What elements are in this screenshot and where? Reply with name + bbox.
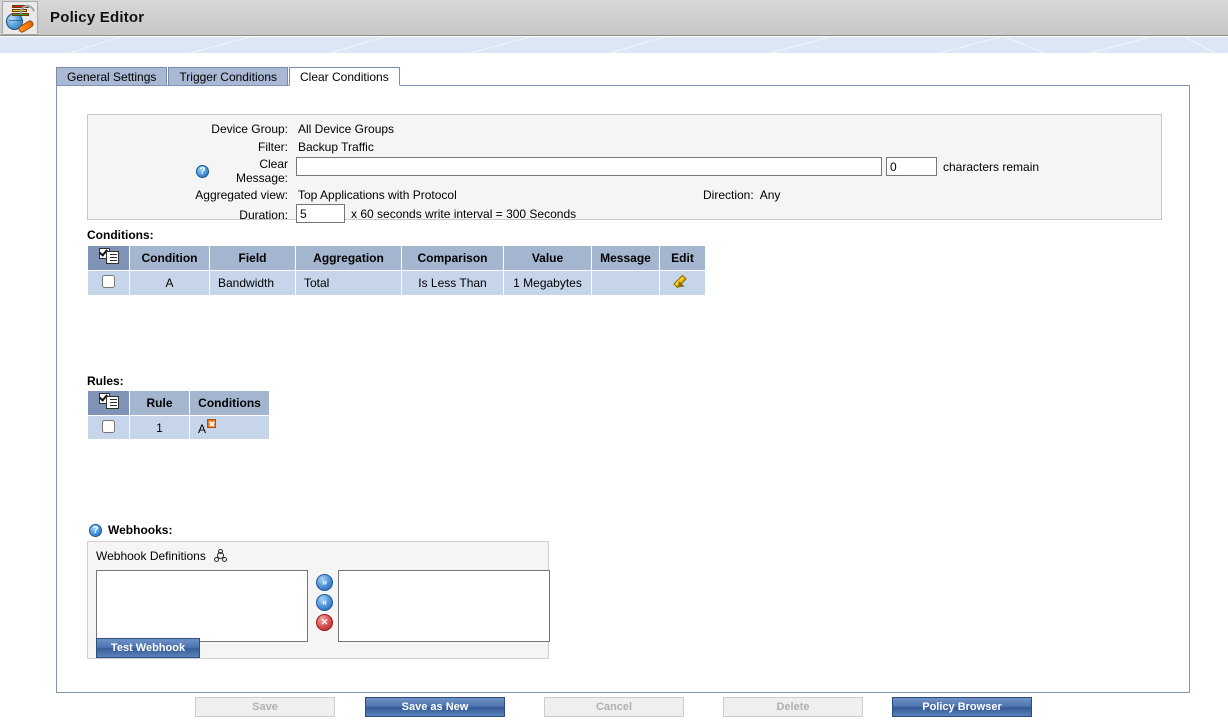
table-row: A Bandwidth Total Is Less Than 1 Megabyt…	[87, 270, 706, 296]
webhooks-box: Webhook Definitions » « ✕ Test Webhook	[87, 541, 550, 659]
select-all-checklist-icon[interactable]	[98, 392, 119, 410]
conditions-col-value: Value	[503, 245, 592, 271]
tab-bar: General Settings Trigger Conditions Clea…	[56, 67, 401, 86]
decorative-band	[0, 37, 1228, 53]
rules-col-conditions: Conditions	[189, 390, 270, 416]
test-webhook-button[interactable]: Test Webhook	[96, 638, 200, 658]
tab-clear-conditions[interactable]: Clear Conditions	[289, 67, 400, 86]
aggregated-view-label: Aggregated view:	[195, 188, 288, 202]
duration-label: Duration:	[239, 208, 288, 222]
rules-row-checkbox-cell[interactable]	[87, 415, 130, 440]
rules-col-rule: Rule	[129, 390, 190, 416]
cancel-button[interactable]: Cancel	[544, 697, 684, 717]
conditions-col-condition: Condition	[129, 245, 210, 271]
aggregated-view-label-row: Aggregated view:	[88, 188, 288, 202]
conditions-section-label: Conditions:	[87, 228, 154, 242]
rules-table: Rule Conditions 1 A	[87, 390, 270, 440]
tab-trigger-conditions[interactable]: Trigger Conditions	[168, 67, 288, 86]
conditions-row-checkbox-cell[interactable]	[87, 270, 130, 296]
clear-message-input[interactable]	[296, 157, 882, 176]
help-icon-clear-message[interactable]: ?	[196, 164, 209, 178]
table-row: 1 A	[87, 415, 270, 440]
help-icon-webhooks[interactable]: ?	[89, 523, 102, 537]
chars-remain-row: characters remain	[943, 160, 1039, 174]
webhook-definitions-label: Webhook Definitions	[96, 549, 206, 563]
conditions-col-message: Message	[591, 245, 660, 271]
window-title-bar: Policy Editor	[0, 0, 1228, 36]
conditions-cell-edit[interactable]	[659, 270, 706, 296]
conditions-col-comparison: Comparison	[401, 245, 504, 271]
rules-cell-conditions: A	[189, 415, 270, 440]
conditions-col-aggregation: Aggregation	[295, 245, 402, 271]
rules-condition-ref: A	[198, 422, 207, 436]
clear-message-label-row: ? Clear Message:	[196, 157, 288, 185]
remove-x-badge-icon[interactable]	[207, 419, 217, 428]
remove-webhook-button[interactable]: «	[316, 594, 333, 611]
policy-browser-button[interactable]: Policy Browser	[892, 697, 1032, 717]
webhook-selected-list[interactable]	[338, 570, 550, 642]
device-group-label: Device Group:	[211, 122, 288, 136]
save-as-new-button[interactable]: Save as New	[365, 697, 505, 717]
conditions-cell-aggregation: Total	[295, 270, 402, 296]
duration-suffix-label: x 60 seconds write interval = 300 Second…	[351, 207, 577, 221]
webhooks-section-label: Webhooks:	[108, 523, 173, 537]
duration-suffix-row: x 60 seconds write interval = 300 Second…	[351, 207, 576, 221]
filter-value: Backup Traffic	[298, 140, 374, 154]
webhook-icon	[213, 549, 228, 563]
conditions-cell-field: Bandwidth	[209, 270, 296, 296]
page-title: Policy Editor	[50, 9, 145, 26]
conditions-table: Condition Field Aggregation Comparison V…	[87, 245, 706, 296]
tab-general-settings[interactable]: General Settings	[56, 67, 168, 86]
conditions-cell-message	[591, 270, 660, 296]
conditions-cell-comparison: Is Less Than	[401, 270, 504, 296]
webhooks-heading: ? Webhooks:	[89, 523, 172, 537]
policy-editor-icon	[2, 0, 38, 35]
rules-select-all-header[interactable]	[87, 390, 130, 416]
conditions-row-checkbox[interactable]	[102, 275, 115, 288]
policy-summary-box: Device Group: All Device Groups Filter: …	[87, 114, 1162, 223]
direction-row: Direction: Any	[703, 188, 780, 202]
clear-message-label: Clear Message:	[235, 157, 288, 185]
filter-label: Filter:	[258, 140, 288, 154]
characters-remaining-input[interactable]	[886, 157, 937, 176]
direction-label: Direction:	[703, 188, 754, 202]
direction-value: Any	[759, 188, 781, 202]
conditions-header-row: Condition Field Aggregation Comparison V…	[87, 245, 706, 271]
conditions-select-all-header[interactable]	[87, 245, 130, 271]
add-webhook-button[interactable]: »	[316, 574, 333, 591]
conditions-col-field: Field	[209, 245, 296, 271]
filter-label-row: Filter:	[88, 140, 288, 154]
conditions-col-edit: Edit	[659, 245, 706, 271]
aggregated-view-value-row: Top Applications with Protocol	[298, 188, 457, 202]
rules-row-checkbox[interactable]	[102, 419, 115, 433]
duration-input[interactable]	[296, 204, 345, 223]
save-button[interactable]: Save	[195, 697, 335, 717]
webhook-transfer-controls: » « ✕	[316, 574, 338, 634]
rules-header-row: Rule Conditions	[87, 390, 270, 416]
characters-remain-label: characters remain	[943, 160, 1040, 174]
filter-value-row: Backup Traffic	[298, 140, 374, 154]
rules-cell-rule: 1	[129, 415, 190, 440]
conditions-cell-value: 1 Megabytes	[503, 270, 592, 296]
delete-button[interactable]: Delete	[723, 697, 863, 717]
clear-conditions-panel: Device Group: All Device Groups Filter: …	[56, 85, 1190, 693]
pencil-icon[interactable]	[673, 274, 690, 291]
delete-webhook-button[interactable]: ✕	[316, 614, 333, 631]
aggregated-view-value: Top Applications with Protocol	[298, 188, 457, 202]
footer-button-bar: Save Save as New Cancel Delete Policy Br…	[0, 697, 1228, 727]
device-group-value-row: All Device Groups	[298, 122, 394, 136]
select-all-checklist-icon[interactable]	[98, 247, 119, 265]
webhook-definitions-label-row: Webhook Definitions	[96, 549, 228, 563]
conditions-cell-condition: A	[129, 270, 210, 296]
device-group-label-row: Device Group:	[88, 122, 288, 136]
device-group-value: All Device Groups	[298, 122, 395, 136]
duration-label-row: Duration:	[88, 208, 288, 222]
rules-section-label: Rules:	[87, 374, 124, 388]
band-pattern-icon	[69, 37, 1228, 53]
webhook-available-list[interactable]	[96, 570, 308, 642]
